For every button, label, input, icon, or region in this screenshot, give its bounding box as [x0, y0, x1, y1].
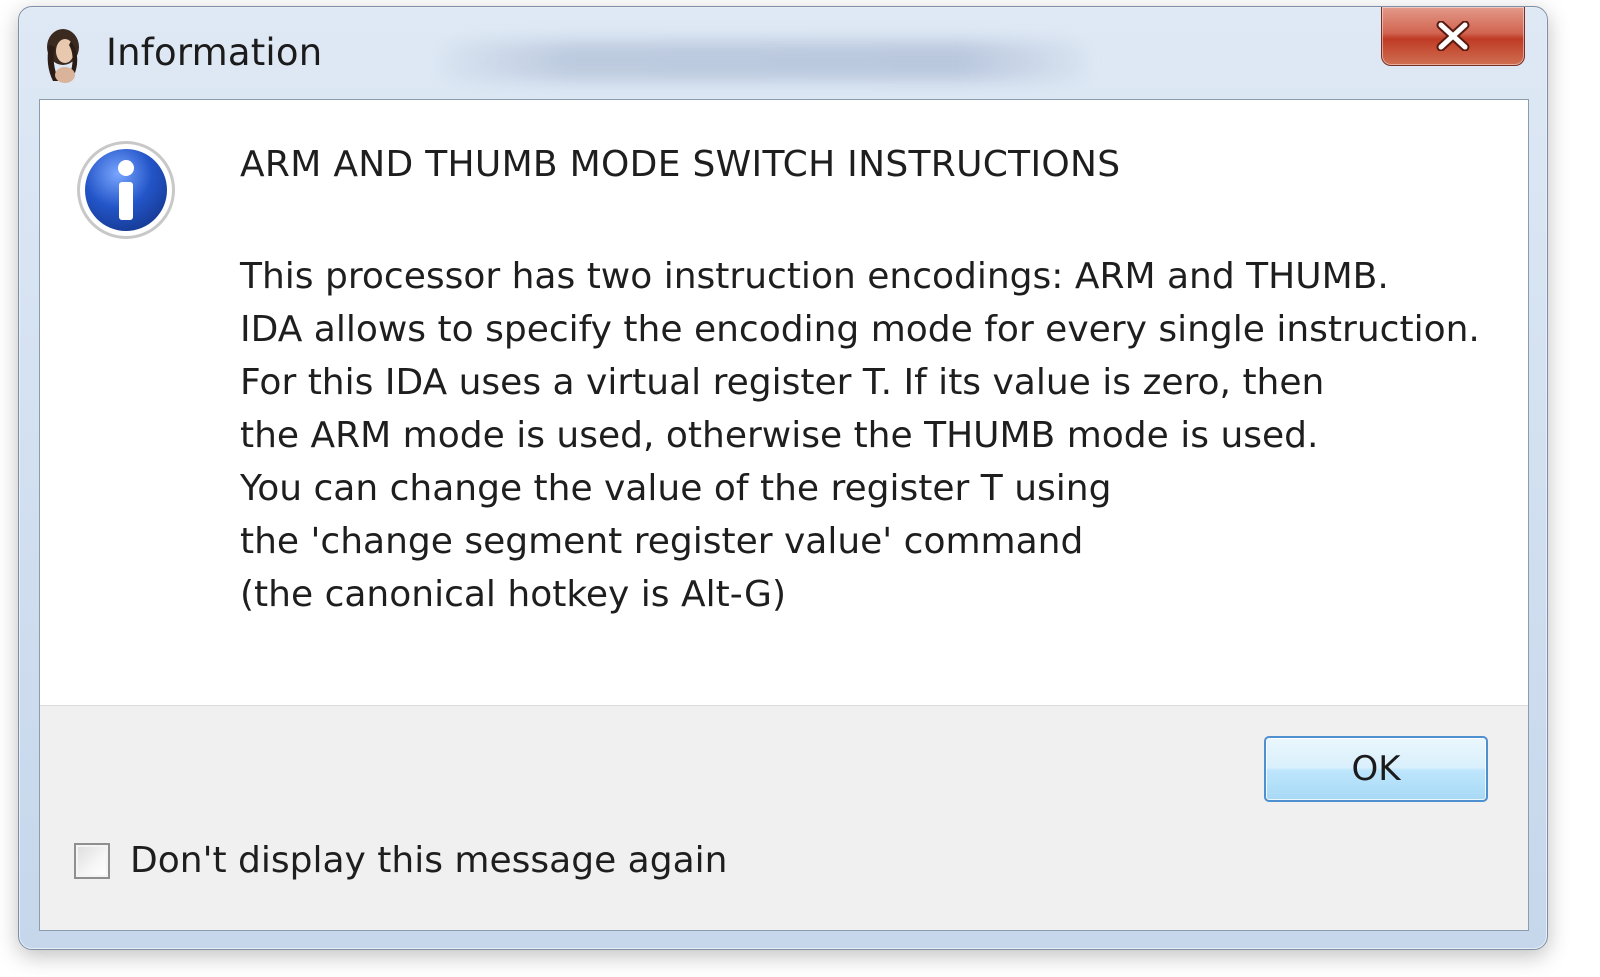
message-heading: ARM AND THUMB MODE SWITCH INSTRUCTIONS — [240, 144, 1121, 185]
message-line: the 'change segment register value' comm… — [240, 521, 1084, 562]
message-line: IDA allows to specify the encoding mode … — [240, 309, 1480, 350]
dont-show-again-row[interactable]: Don't display this message again — [74, 840, 727, 881]
ok-button[interactable]: OK — [1264, 736, 1488, 802]
information-icon — [77, 141, 175, 239]
message-line: This processor has two instruction encod… — [240, 256, 1389, 297]
message-body: This processor has two instruction encod… — [240, 250, 1480, 621]
blurred-title-region — [439, 41, 1089, 81]
ida-portrait-icon — [47, 29, 79, 83]
dont-show-again-checkbox[interactable] — [74, 842, 110, 879]
dialog-content: ARM AND THUMB MODE SWITCH INSTRUCTIONS T… — [39, 99, 1529, 931]
message-line: For this IDA uses a virtual register T. … — [240, 362, 1325, 403]
dialog-footer: OK Don't display this message again — [40, 705, 1528, 930]
window-title: Information — [106, 31, 323, 74]
close-x-icon — [1436, 21, 1470, 51]
close-button[interactable] — [1381, 7, 1525, 66]
message-line: the ARM mode is used, otherwise the THUM… — [240, 415, 1319, 456]
message-line: (the canonical hotkey is Alt-G) — [240, 574, 786, 615]
message-line: You can change the value of the register… — [240, 468, 1112, 509]
dont-show-again-label[interactable]: Don't display this message again — [130, 840, 727, 881]
dialog-window: Information ARM AND THUMB MODE SWITCH IN… — [18, 6, 1548, 950]
title-bar[interactable]: Information — [19, 7, 1547, 97]
